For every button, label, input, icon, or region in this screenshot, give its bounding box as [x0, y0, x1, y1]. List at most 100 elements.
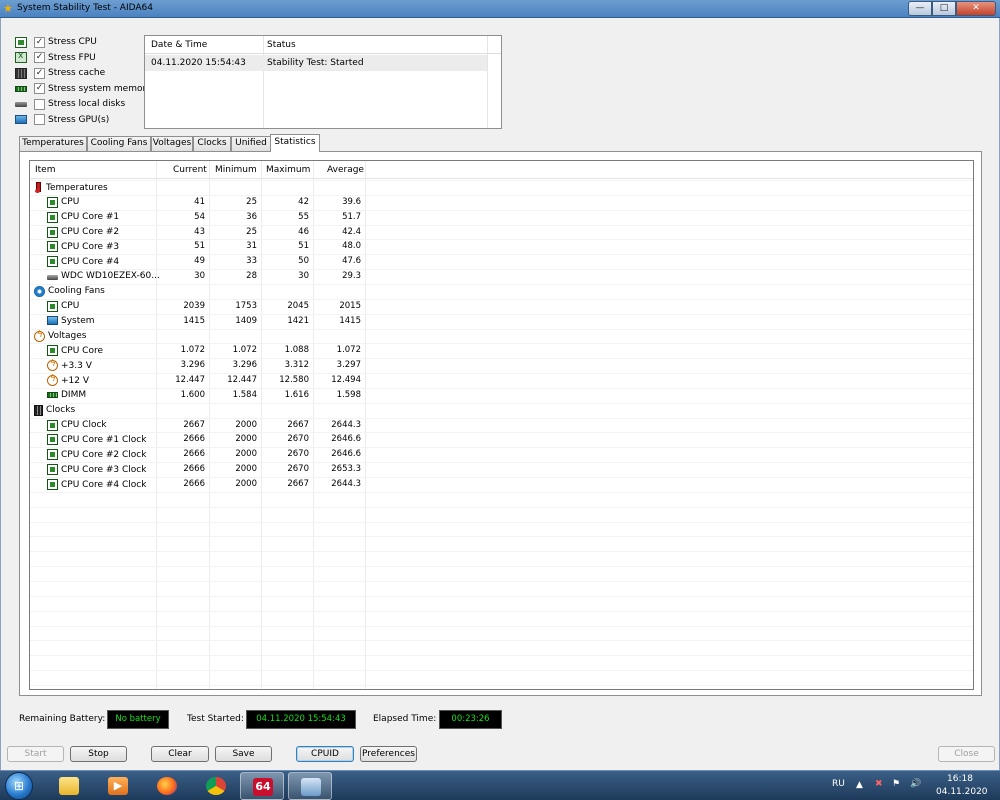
row-label: +3.3 V [47, 359, 92, 372]
stress-option-1[interactable]: ✓Stress FPU [15, 51, 96, 65]
current-column-header[interactable]: Current [173, 165, 207, 175]
start-button[interactable]: Start [7, 746, 64, 762]
statistics-group-row[interactable]: Cooling Fans [30, 284, 973, 299]
show-hidden-icons[interactable]: ▲ [856, 780, 863, 790]
system-tray: RU ▲ ✖ ⚑ 🔊 16:18 04.11.2020 [820, 771, 1000, 800]
taskbar-chrome[interactable] [194, 772, 238, 800]
statistics-row[interactable]: CPU Core 1.072 1.072 1.088 1.072 [30, 343, 973, 358]
stress-checkbox[interactable]: ✓ [34, 52, 45, 63]
tab-statistics[interactable]: Statistics [270, 134, 320, 152]
statistics-row[interactable]: CPU Core #4 Clock 2666 2000 2667 2644.3 [30, 477, 973, 492]
stress-option-0[interactable]: ✓ Stress CPU [15, 35, 97, 49]
stress-option-2[interactable]: ✓ Stress cache [15, 66, 105, 80]
tab-voltages[interactable]: Voltages [151, 136, 193, 151]
minimum-column-header[interactable]: Minimum [215, 165, 257, 175]
statistics-group-row[interactable]: Voltages [30, 329, 973, 344]
statistics-row[interactable]: WDC WD10EZEX-60... 30 28 30 29.3 [30, 269, 973, 284]
statistics-row[interactable]: CPU 2039 1753 2045 2015 [30, 299, 973, 314]
minimum-value: 36 [246, 211, 257, 222]
average-value: 2015 [339, 300, 361, 311]
stress-option-3[interactable]: ✓ Stress system memory [15, 82, 152, 96]
maximum-value: 42 [298, 196, 309, 207]
taskbar-explorer[interactable] [47, 772, 91, 800]
language-indicator[interactable]: RU [832, 779, 845, 789]
tab-cooling-fans[interactable]: Cooling Fans [87, 136, 151, 151]
close-window-button[interactable]: ✕ [956, 1, 996, 16]
statistics-row[interactable]: +12 V 12.447 12.447 12.580 12.494 [30, 373, 973, 388]
statistics-row[interactable]: CPU Core #2 Clock 2666 2000 2670 2646.6 [30, 447, 973, 462]
maximum-column-header[interactable]: Maximum [266, 165, 310, 175]
statistics-row[interactable]: DIMM 1.600 1.584 1.616 1.598 [30, 388, 973, 403]
status-log-table: Date & Time Status 04.11.2020 15:54:43 S… [144, 35, 502, 129]
stress-checkbox[interactable] [34, 114, 45, 125]
tab-clocks[interactable]: Clocks [193, 136, 231, 151]
tab-temperatures[interactable]: Temperatures [19, 136, 87, 151]
minimum-value: 25 [246, 196, 257, 207]
clear-button[interactable]: Clear [151, 746, 209, 762]
statistics-row[interactable]: CPU Core #4 49 33 50 47.6 [30, 254, 973, 269]
tab-unified[interactable]: Unified [231, 136, 271, 151]
statistics-group-row[interactable]: Temperatures [30, 180, 973, 195]
taskbar-firefox[interactable] [145, 772, 189, 800]
statistics-row[interactable]: CPU 41 25 42 39.6 [30, 195, 973, 210]
item-column-header[interactable]: Item [35, 165, 56, 175]
stress-option-4[interactable]: Stress local disks [15, 97, 125, 111]
row-label: CPU Core #1 Clock [47, 434, 146, 446]
statistics-row[interactable]: System 1415 1409 1421 1415 [30, 314, 973, 329]
taskbar-window-app[interactable] [288, 772, 332, 800]
title-bar[interactable]: ★ System Stability Test - AIDA64 — □ ✕ [0, 0, 1000, 18]
statistics-row[interactable]: +3.3 V 3.296 3.296 3.312 3.297 [30, 358, 973, 373]
statistics-row[interactable]: CPU Core #3 51 31 51 48.0 [30, 239, 973, 254]
statistics-grid[interactable]: Item Current Minimum Maximum Average Tem… [29, 160, 974, 690]
fpu-icon [15, 51, 27, 63]
stop-button[interactable]: Stop [70, 746, 127, 762]
chip-icon [47, 479, 58, 490]
average-value: 2653.3 [331, 464, 361, 475]
statistics-row[interactable]: CPU Clock 2667 2000 2667 2644.3 [30, 418, 973, 433]
save-button[interactable]: Save [215, 746, 272, 762]
cpuid-button[interactable]: CPUID [296, 746, 354, 762]
stress-option-label: Stress CPU [48, 37, 97, 47]
taskbar-media-player[interactable]: ▶ [96, 772, 140, 800]
minimize-button[interactable]: — [908, 1, 932, 16]
status-column-header[interactable]: Status [267, 40, 296, 50]
close-button[interactable]: Close [938, 746, 995, 762]
start-menu-button[interactable]: ⊞ [5, 772, 33, 800]
average-value: 2646.6 [331, 449, 361, 460]
chip-icon [47, 256, 58, 268]
volume-icon[interactable]: 🔊 [910, 779, 921, 789]
statistics-group-row[interactable]: Clocks [30, 403, 973, 418]
maximize-button[interactable]: □ [932, 1, 956, 16]
statistics-row[interactable]: CPU Core #1 Clock 2666 2000 2670 2646.6 [30, 432, 973, 447]
stress-option-5[interactable]: Stress GPU(s) [15, 113, 109, 127]
taskbar-aida64[interactable]: 64 [240, 772, 284, 800]
preferences-button[interactable]: Preferences [360, 746, 417, 762]
row-label-text: DIMM [61, 389, 87, 400]
flag-icon[interactable]: ⚑ [892, 779, 900, 789]
stress-checkbox[interactable]: ✓ [34, 83, 45, 94]
row-label-text: Temperatures [46, 182, 108, 193]
clock-date[interactable]: 04.11.2020 [936, 787, 988, 797]
row-label: CPU Clock [47, 419, 107, 431]
average-column-header[interactable]: Average [327, 165, 364, 175]
row-label: +12 V [47, 374, 89, 387]
cache-icon [15, 67, 27, 79]
stress-checkbox[interactable]: ✓ [34, 67, 45, 79]
test-started-label: Test Started: [187, 714, 244, 724]
maximum-value: 50 [298, 256, 309, 267]
status-log-row[interactable]: 04.11.2020 15:54:43 Stability Test: Star… [145, 55, 487, 71]
stress-checkbox[interactable] [34, 98, 45, 110]
memory-icon [15, 85, 27, 92]
datetime-column-header[interactable]: Date & Time [151, 40, 207, 50]
statistics-row[interactable]: CPU Core #2 43 25 46 42.4 [30, 225, 973, 240]
statistics-row[interactable]: CPU Core #3 Clock 2666 2000 2670 2653.3 [30, 462, 973, 477]
aida64-icon: 64 [253, 778, 273, 796]
stress-checkbox[interactable]: ✓ [34, 36, 45, 48]
average-value: 2644.3 [331, 419, 361, 430]
network-error-icon[interactable]: ✖ [875, 779, 883, 789]
statistics-row[interactable]: CPU Core #1 54 36 55 51.7 [30, 210, 973, 225]
current-value: 3.296 [180, 360, 205, 371]
average-value: 29.3 [342, 271, 361, 282]
clock-time[interactable]: 16:18 [947, 774, 973, 784]
average-value: 1.598 [336, 389, 361, 400]
